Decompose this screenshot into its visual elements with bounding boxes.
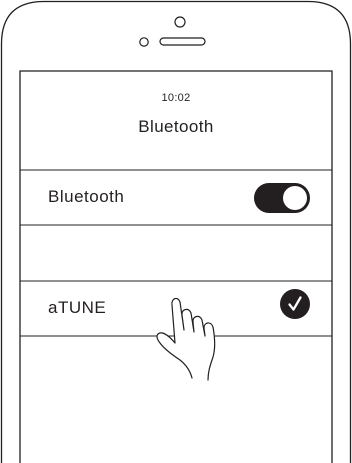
pointing-hand-icon <box>156 297 216 381</box>
